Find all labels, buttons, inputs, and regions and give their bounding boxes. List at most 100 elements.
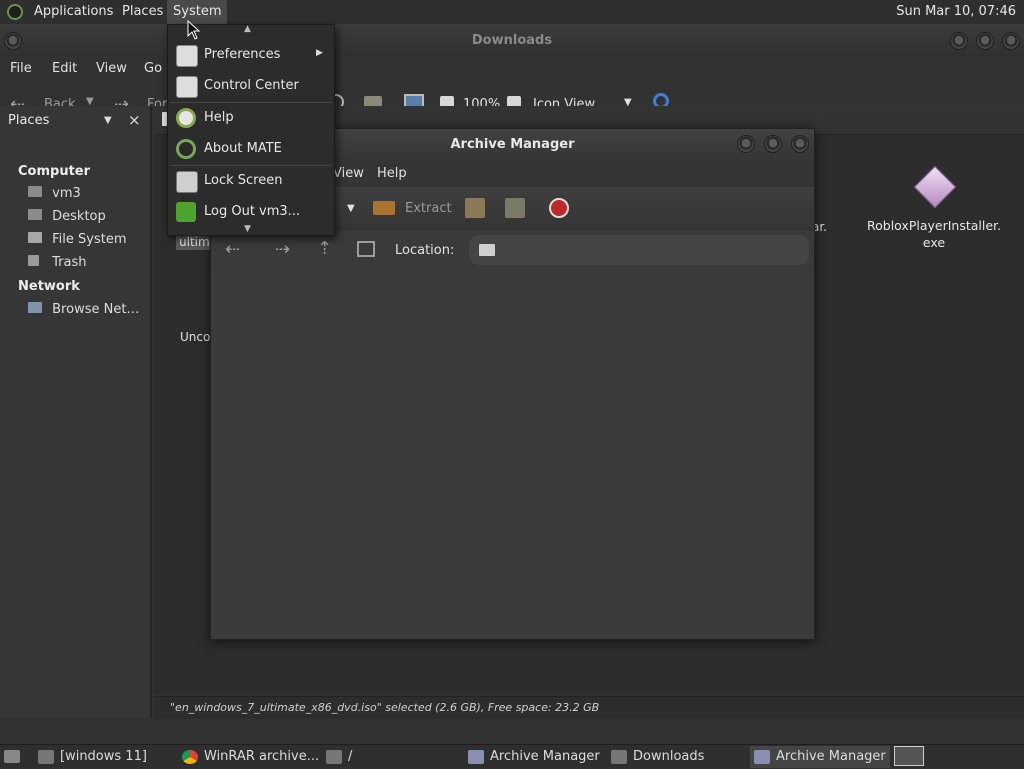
file-label-partial[interactable]: Unco (180, 330, 210, 344)
bottom-taskbar: [windows 11] WinRAR archive... / Archive… (0, 744, 1024, 769)
extract-icon[interactable] (373, 201, 395, 215)
extract-button[interactable]: Extract (405, 201, 452, 216)
clock[interactable]: Sun Mar 10, 07:46 (896, 0, 1016, 24)
maximize-button[interactable] (976, 32, 994, 50)
minimize-button[interactable] (737, 135, 755, 153)
menu-view[interactable]: View (333, 166, 364, 181)
close-button[interactable] (1002, 32, 1020, 50)
menu-item-preferences[interactable]: Preferences ▶ (168, 40, 334, 70)
menu-item-label: Lock Screen (204, 173, 283, 188)
location-field[interactable] (469, 235, 809, 265)
window-title: Downloads (471, 33, 553, 48)
trash-icon (28, 255, 39, 266)
home-icon[interactable] (357, 241, 375, 257)
system-dropdown-menu: ▲ Preferences ▶ Control Center Help Abou… (167, 24, 335, 236)
file-manager-titlebar[interactable]: Downloads (0, 24, 1024, 56)
top-panel: Applications Places System Sun Mar 10, 0… (0, 0, 1024, 25)
up-arrow-icon[interactable]: ⇡ (317, 238, 332, 259)
file-manager-menubar: File Edit View Go (0, 56, 1024, 82)
menu-item-lock-screen[interactable]: Lock Screen (168, 166, 334, 196)
applications-menu[interactable]: Applications (34, 0, 113, 24)
scroll-up-arrow-icon[interactable]: ▲ (244, 24, 251, 34)
preferences-icon (176, 45, 198, 67)
sidebar-item-trash[interactable]: Trash (28, 255, 87, 270)
menu-help[interactable]: Help (377, 166, 407, 181)
log-out-icon (176, 202, 196, 222)
add-folder-icon[interactable] (505, 198, 525, 218)
folder-icon (479, 244, 495, 256)
workspace-switcher[interactable] (894, 746, 924, 766)
sidebar-section-network: Network (18, 279, 80, 294)
network-icon (28, 302, 42, 313)
archive-manager-icon (468, 749, 484, 764)
menu-view[interactable]: View (96, 61, 127, 76)
menu-item-log-out[interactable]: Log Out vm3... (168, 197, 334, 227)
menu-item-label: Control Center (204, 78, 299, 93)
minimize-button[interactable] (950, 32, 968, 50)
taskbar-item-root-folder[interactable]: / (326, 746, 462, 768)
menu-item-label: About MATE (204, 141, 282, 156)
sidebar-header[interactable]: Places ▼ × (4, 110, 144, 132)
sidebar-item-file-system[interactable]: File System (28, 232, 127, 247)
taskbar-item-label: / (348, 749, 353, 764)
taskbar-item-winrar-archive[interactable]: WinRAR archive... (182, 746, 322, 768)
folder-icon (326, 749, 342, 764)
sidebar-section-computer: Computer (18, 164, 91, 179)
file-item-roblox-installer[interactable]: RobloxPlayerInstaller. exe (854, 165, 1014, 260)
taskbar-item-label: Downloads (633, 749, 705, 764)
back-arrow-icon[interactable]: ⇠ (225, 239, 240, 260)
menu-item-help[interactable]: Help (168, 103, 334, 133)
show-desktop-icon[interactable] (4, 750, 20, 763)
lock-screen-icon (176, 171, 198, 193)
taskbar-item-label: Archive Manager (490, 749, 600, 764)
drive-icon (28, 232, 42, 243)
menu-item-control-center[interactable]: Control Center (168, 71, 334, 101)
sidebar-item-vm3[interactable]: vm3 (28, 186, 81, 201)
archive-location-bar: ⇠ ⇢ ⇡ Location: (211, 231, 814, 271)
control-center-icon (176, 76, 198, 98)
menu-edit[interactable]: Edit (52, 61, 77, 76)
archive-file-list[interactable] (211, 271, 814, 639)
taskbar-item-downloads[interactable]: Downloads (611, 746, 747, 768)
status-bar: "en_windows_7_ultimate_x86_dvd.iso" sele… (154, 696, 1024, 719)
menu-item-about-mate[interactable]: About MATE (168, 134, 334, 164)
taskbar-item-windows-11[interactable]: [windows 11] (38, 746, 178, 768)
add-files-icon[interactable] (465, 198, 485, 218)
folder-icon (611, 749, 627, 764)
scroll-down-arrow-icon[interactable]: ▼ (244, 224, 251, 234)
open-dropdown-icon[interactable]: ▼ (347, 203, 355, 214)
desktop-folder-icon (28, 209, 42, 220)
stop-icon[interactable] (549, 198, 569, 218)
status-text: "en_windows_7_ultimate_x86_dvd.iso" sele… (170, 701, 600, 714)
taskbar-item-label: WinRAR archive... (204, 749, 320, 764)
taskbar-item-archive-manager-active[interactable]: Archive Manager (750, 746, 890, 768)
mouse-pointer-icon (187, 20, 201, 40)
forward-arrow-icon[interactable]: ⇢ (275, 239, 290, 260)
sidebar-item-label: Browse Net… (52, 302, 140, 317)
file-name: exe (922, 235, 946, 250)
mate-logo-icon[interactable] (7, 4, 23, 20)
taskbar-item-archive-manager[interactable]: Archive Manager (468, 746, 606, 768)
sidebar-close-icon[interactable]: × (128, 111, 141, 129)
help-icon (176, 108, 196, 128)
file-name: RobloxPlayerInstaller. (866, 218, 1002, 233)
submenu-arrow-icon: ▶ (316, 48, 323, 58)
maximize-button[interactable] (764, 135, 782, 153)
location-label: Location: (395, 243, 455, 258)
home-folder-icon (28, 186, 42, 197)
menu-file[interactable]: File (10, 61, 32, 76)
sidebar-item-label: Trash (52, 255, 87, 270)
window-icon (38, 749, 54, 764)
file-label-partial[interactable]: ultim (176, 234, 213, 250)
places-menu[interactable]: Places (122, 0, 163, 24)
exe-file-icon (913, 165, 957, 209)
close-button[interactable] (791, 135, 809, 153)
sidebar-item-browse-network[interactable]: Browse Net… (28, 302, 139, 317)
sidebar-item-label: vm3 (52, 186, 81, 201)
taskbar-item-label: [windows 11] (60, 749, 147, 764)
menu-item-label: Log Out vm3... (204, 204, 301, 219)
sidebar-item-desktop[interactable]: Desktop (28, 209, 106, 224)
menu-go[interactable]: Go (144, 61, 162, 76)
sidebar-dropdown-icon[interactable]: ▼ (104, 115, 112, 126)
sidebar-item-label: Desktop (52, 209, 106, 224)
